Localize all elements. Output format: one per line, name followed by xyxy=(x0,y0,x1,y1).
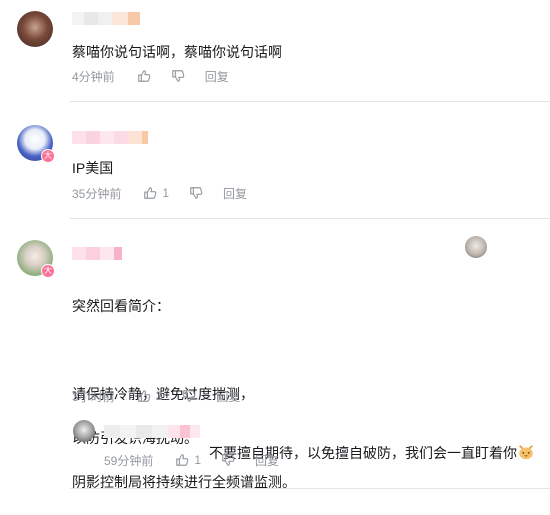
reply-button[interactable]: 回复 xyxy=(205,68,229,85)
comment-meta: 4分钟前 回复 xyxy=(72,67,229,85)
comment-line: 突然回看简介： xyxy=(72,298,170,314)
like-icon xyxy=(176,454,189,466)
comment-time: 35分钟前 xyxy=(72,186,122,201)
username-blurred[interactable] xyxy=(72,131,148,144)
reply-button[interactable]: 回复 xyxy=(255,452,279,469)
sub-reply-avatar[interactable] xyxy=(73,420,95,442)
like-button[interactable]: 1 xyxy=(143,186,169,200)
cat-emoji-icon xyxy=(519,445,533,460)
sub-reply-meta: 59分钟前 1 回复 xyxy=(104,451,279,469)
like-count: 3 xyxy=(155,389,163,403)
divider xyxy=(70,218,550,219)
like-icon xyxy=(137,390,150,402)
reply-button[interactable]: 回复 xyxy=(223,185,247,202)
dislike-button[interactable] xyxy=(221,453,235,467)
dislike-icon xyxy=(183,390,196,402)
like-button[interactable]: 1 xyxy=(175,453,201,467)
dislike-button[interactable] xyxy=(189,186,203,200)
username-blurred[interactable] xyxy=(72,247,122,260)
comment-meta: 3小时前 3 回复 xyxy=(72,387,240,405)
comment-text: 蔡喵你说句话啊，蔡喵你说句话啊 xyxy=(72,44,282,60)
comment-text: IP美国 xyxy=(72,160,114,176)
like-button[interactable] xyxy=(137,69,151,83)
comment-meta: 35分钟前 1 回复 xyxy=(72,184,247,202)
comment-time: 4分钟前 xyxy=(72,69,115,84)
avatar[interactable] xyxy=(17,11,53,47)
like-count: 1 xyxy=(194,453,202,467)
like-count: 1 xyxy=(162,186,170,200)
dislike-icon xyxy=(171,70,184,82)
reply-button[interactable]: 回复 xyxy=(216,388,240,405)
username-blurred[interactable] xyxy=(72,12,140,25)
comment-time: 3小时前 xyxy=(72,389,115,404)
decoration-sticker xyxy=(465,236,487,258)
dislike-icon xyxy=(190,187,203,199)
sub-reply-username-blurred[interactable] xyxy=(104,425,200,438)
divider xyxy=(70,488,550,489)
vip-badge: 大 xyxy=(41,149,55,163)
like-icon xyxy=(144,187,157,199)
comment-line: 阴影控制局将持续进行全频谱监测。 xyxy=(72,474,296,490)
divider xyxy=(70,101,550,102)
comment-line xyxy=(72,339,296,361)
dislike-button[interactable] xyxy=(182,389,196,403)
vip-badge: 大 xyxy=(41,264,55,278)
like-button[interactable]: 3 xyxy=(137,389,163,403)
dislike-button[interactable] xyxy=(171,69,185,83)
sub-reply-time: 59分钟前 xyxy=(104,453,154,468)
dislike-icon xyxy=(222,454,235,466)
like-icon xyxy=(137,70,150,82)
